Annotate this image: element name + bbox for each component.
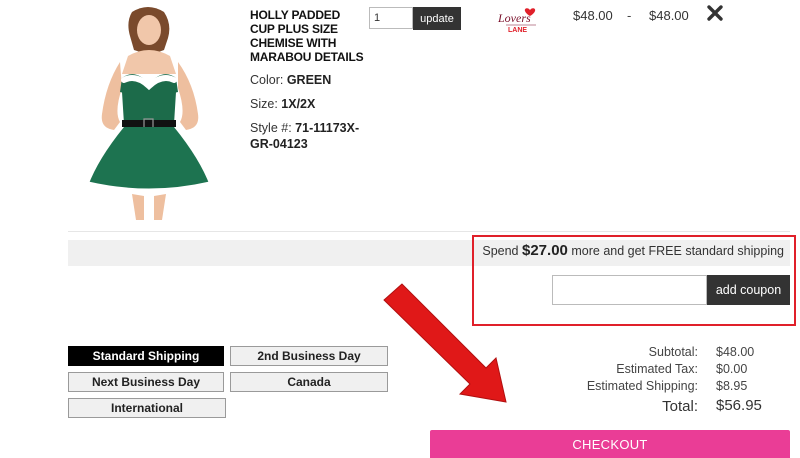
shipping-option-standard[interactable]: Standard Shipping	[68, 346, 224, 366]
svg-text:Lovers: Lovers	[497, 11, 531, 25]
size-label: Size:	[250, 97, 278, 111]
subtotal-label: Subtotal:	[648, 345, 698, 359]
product-color: Color: GREEN	[250, 72, 365, 88]
shipping-cost-value: $8.95	[716, 379, 748, 393]
shipping-cost-label: Estimated Shipping:	[586, 379, 698, 393]
color-value: GREEN	[286, 73, 332, 87]
product-info: HOLLY PADDED CUP PLUS SIZE CHEMISE WITH …	[250, 8, 365, 160]
product-image[interactable]	[80, 4, 215, 220]
lovers-lane-logo: Lovers LANE	[497, 8, 536, 34]
product-style: Style #: 71-11173X-GR-04123	[250, 120, 365, 152]
highlight-annotation-box	[472, 235, 796, 326]
color-label: Color:	[250, 73, 284, 87]
tax-label: Estimated Tax:	[616, 362, 698, 376]
total-label: Total:	[662, 398, 698, 415]
checkout-button[interactable]: CHECKOUT	[430, 430, 790, 458]
unit-price: $48.00	[573, 8, 613, 23]
price-separator: -	[627, 8, 632, 23]
shipping-option-international[interactable]: International	[68, 398, 226, 418]
quantity-input[interactable]	[369, 7, 413, 29]
arrow-annotation-icon	[383, 283, 507, 403]
close-x-icon[interactable]	[706, 4, 724, 22]
product-name[interactable]: HOLLY PADDED CUP PLUS SIZE CHEMISE WITH …	[250, 8, 365, 64]
shipping-option-canada[interactable]: Canada	[230, 372, 388, 392]
size-value: 1X/2X	[281, 97, 316, 111]
shipping-option-next-day[interactable]: Next Business Day	[68, 372, 224, 392]
style-label: Style #:	[250, 121, 292, 135]
divider	[68, 231, 790, 232]
shipping-option-2nd-day[interactable]: 2nd Business Day	[230, 346, 388, 366]
svg-text:LANE: LANE	[508, 27, 527, 34]
tax-value: $0.00	[716, 362, 748, 376]
subtotal-value: $48.00	[716, 345, 755, 359]
total-value: $56.95	[716, 397, 762, 414]
update-button[interactable]: update	[413, 7, 461, 30]
line-total-price: $48.00	[649, 8, 689, 23]
product-size: Size: 1X/2X	[250, 96, 365, 112]
